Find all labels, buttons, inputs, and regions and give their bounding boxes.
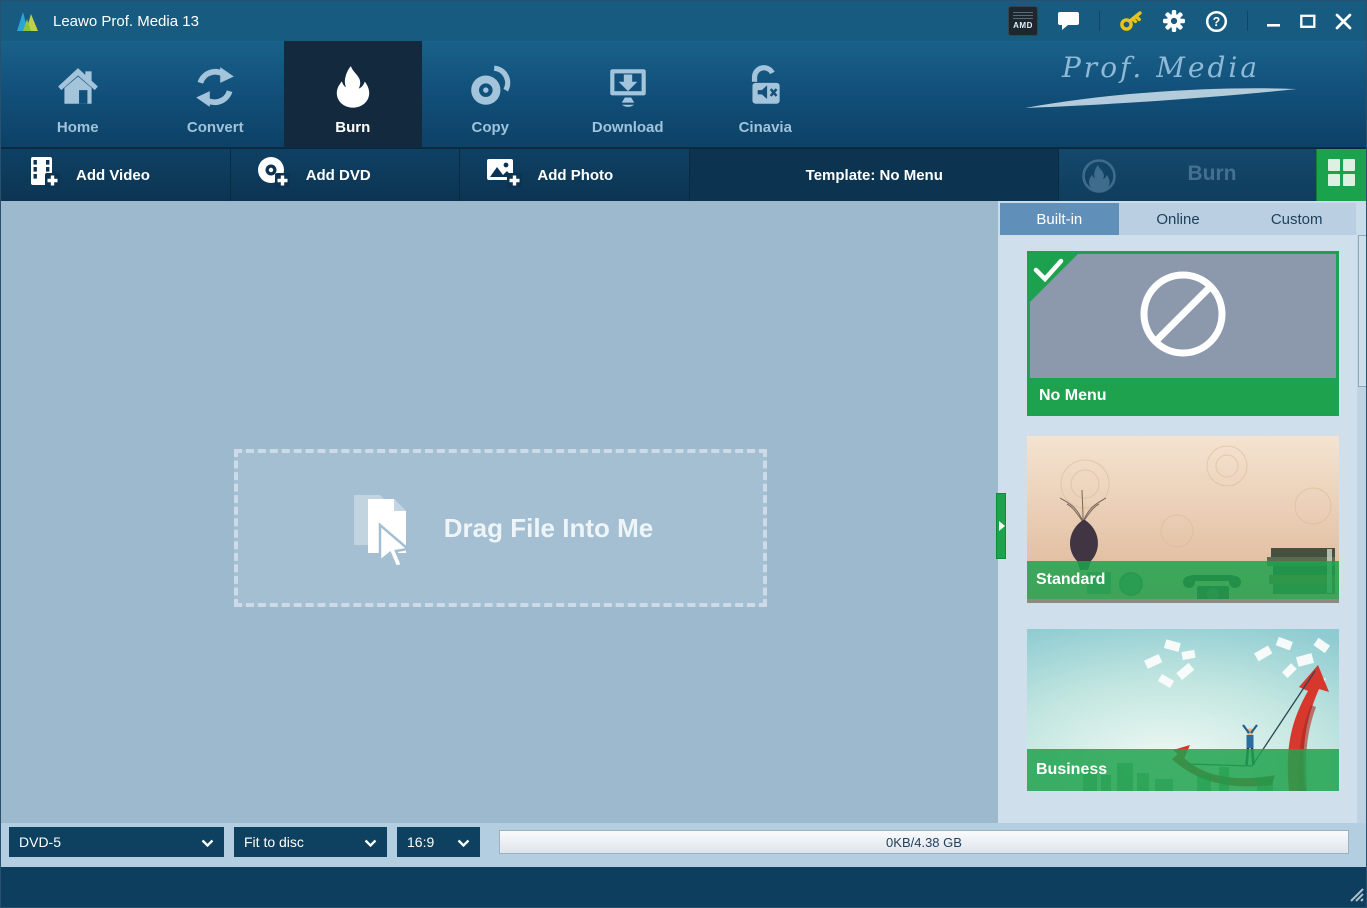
resize-grip-icon[interactable] [1346,884,1364,907]
template-tabs: Built-in Online Custom [1000,203,1356,235]
add-photo-label: Add Photo [537,167,613,184]
nav-tab-cinavia[interactable]: Cinavia [697,41,835,147]
download-icon [605,61,651,113]
drag-file-icon [348,487,416,570]
gear-icon[interactable] [1162,9,1186,33]
titlebar-separator [1247,11,1248,31]
nav-tab-burn[interactable]: Burn [284,41,422,147]
template-name: Business [1036,761,1107,779]
close-icon[interactable] [1335,13,1352,30]
capacity-label: 0KB/4.38 GB [886,835,962,850]
brand-swoosh-icon [1021,86,1301,110]
statusbar [1,867,1366,908]
template-list: No Menu [998,235,1357,823]
add-dvd-button[interactable]: Add DVD [231,149,461,201]
svg-text:?: ? [1213,15,1221,29]
template-card-standard[interactable]: Standard [1027,436,1339,603]
template-panel: Built-in Online Custom [998,201,1367,823]
nav-tab-download[interactable]: Download [559,41,697,147]
nav-label: Copy [472,119,510,136]
minimize-icon[interactable] [1267,14,1281,28]
amd-radeon-badge: AMD [1008,6,1038,36]
chevron-down-icon [457,834,470,850]
aspect-ratio-value: 16:9 [407,834,434,850]
disc-type-dropdown[interactable]: DVD-5 [9,827,224,857]
disc-type-value: DVD-5 [19,834,61,850]
panel-expand-icon [999,521,1005,531]
titlebar: Leawo Prof. Media 13 AMD [1,1,1366,41]
template-name: Standard [1036,571,1105,589]
add-video-icon [26,155,62,196]
burn-button-label: Burn [1187,162,1236,186]
fit-mode-dropdown[interactable]: Fit to disc [234,827,387,857]
nav-label: Burn [335,119,370,136]
copy-icon [467,61,513,113]
template-label-bar: Standard [1027,561,1339,599]
tab-custom[interactable]: Custom [1237,203,1356,235]
tab-built-in[interactable]: Built-in [1000,203,1119,235]
add-dvd-icon [256,155,292,196]
burn-icon [330,61,376,113]
no-menu-prohibited-icon [1137,268,1229,365]
app-window: Leawo Prof. Media 13 AMD [0,0,1367,908]
panel-collapse-handle[interactable] [996,493,1006,559]
leawo-logo-icon [15,9,43,33]
scrollbar-thumb[interactable] [1358,235,1367,387]
bottom-settings-bar: DVD-5 Fit to disc 16:9 0KB/4.38 GB [1,823,1366,867]
maximize-icon[interactable] [1300,14,1316,29]
nav-tab-copy[interactable]: Copy [422,41,560,147]
add-video-label: Add Video [76,167,150,184]
template-card-no-menu[interactable]: No Menu [1027,251,1339,416]
cinavia-icon [742,61,788,113]
add-video-button[interactable]: Add Video [1,149,231,201]
dropzone-label: Drag File Into Me [444,513,653,544]
home-icon [55,61,101,113]
template-label-bar: Business [1027,749,1339,791]
burn-disc-icon [1081,158,1117,199]
template-panel-toggle-button[interactable] [1316,149,1366,201]
nav-label: Convert [187,119,244,136]
add-dvd-label: Add DVD [306,167,371,184]
nav-tab-convert[interactable]: Convert [147,41,285,147]
template-scrollbar[interactable] [1357,235,1367,823]
template-grid-icon [1328,159,1355,191]
toolbar: Add Video Add DVD [1,148,1366,201]
drag-file-dropzone[interactable]: Drag File Into Me [234,449,767,607]
fit-mode-value: Fit to disc [244,834,304,850]
template-indicator: Template: No Menu [690,149,1059,201]
add-photo-button[interactable]: Add Photo [460,149,690,201]
chat-icon[interactable] [1057,10,1080,32]
convert-icon [192,61,238,113]
help-icon[interactable]: ? [1205,10,1228,33]
chevron-down-icon [364,834,377,850]
template-card-business[interactable]: Business [1027,629,1339,791]
add-photo-icon [485,155,523,196]
key-icon[interactable] [1119,10,1143,32]
chevron-down-icon [201,834,214,850]
amd-badge-label: AMD [1013,22,1033,30]
tab-online[interactable]: Online [1119,203,1238,235]
aspect-ratio-dropdown[interactable]: 16:9 [397,827,480,857]
content-area: Drag File Into Me [1,201,998,823]
disc-capacity-bar: 0KB/4.38 GB [499,830,1349,854]
burn-button-disabled[interactable]: Burn [1059,149,1316,201]
nav-tab-home[interactable]: Home [9,41,147,147]
titlebar-separator [1099,11,1100,31]
selected-check-icon [1033,257,1065,290]
brand-logo: Prof. Media [1011,51,1311,110]
nav-label: Download [592,119,664,136]
brand-text: Prof. Media [1011,51,1311,84]
template-indicator-label: Template: No Menu [806,167,943,184]
nav-label: Home [57,119,99,136]
window-title: Leawo Prof. Media 13 [53,13,199,30]
nav-label: Cinavia [739,119,792,136]
template-name: No Menu [1039,387,1107,405]
main-nav: Home Convert Burn [1,41,1366,148]
